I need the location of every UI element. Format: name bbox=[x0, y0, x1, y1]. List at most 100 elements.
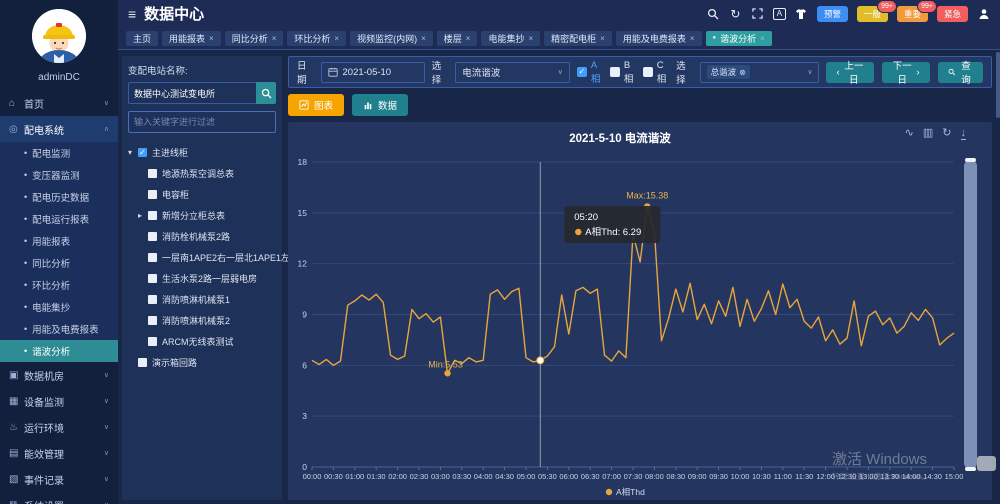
close-icon[interactable]: × bbox=[272, 34, 277, 43]
tree-node-heat-pump[interactable]: 地源热泵空调总表 bbox=[128, 163, 276, 184]
close-icon[interactable]: × bbox=[209, 34, 214, 43]
sidebar-subitem-energy-fee-report[interactable]: •用能及电费报表 bbox=[0, 318, 118, 340]
search-icon bbox=[261, 88, 272, 99]
checkbox[interactable] bbox=[148, 295, 157, 304]
tree-filter-input[interactable] bbox=[128, 111, 276, 133]
alert-urgent-button[interactable]: 紧急 bbox=[937, 6, 968, 22]
chart-view-button[interactable]: 图表 bbox=[288, 94, 344, 116]
tab-harmonic-analysis[interactable]: ●谐波分析× bbox=[706, 31, 772, 46]
query-button[interactable]: 查询 bbox=[938, 62, 983, 83]
tree-node-sprinkler-pump-1[interactable]: 消防喷淋机械泵1 bbox=[128, 289, 276, 310]
hamburger-menu-icon[interactable]: ≡ bbox=[128, 7, 136, 21]
svg-text:9: 9 bbox=[302, 310, 307, 320]
search-icon[interactable] bbox=[707, 7, 720, 20]
checkbox[interactable] bbox=[148, 232, 157, 241]
next-day-button[interactable]: 下一日 › bbox=[882, 62, 930, 83]
checkbox[interactable] bbox=[148, 190, 157, 199]
sidebar-item-home[interactable]: ⌂ 首页 ∨ bbox=[0, 90, 118, 116]
phase-c-checkbox[interactable]: C相 bbox=[643, 60, 669, 85]
tag-close-icon[interactable]: ⊗ bbox=[739, 68, 746, 77]
datazoom-slider[interactable] bbox=[964, 160, 977, 469]
tree-node-1ape2[interactable]: 一层南1APE2右一层北1APE1左 bbox=[128, 247, 276, 268]
tree-node-fire-pump-2[interactable]: 消防栓机械泵2路 bbox=[128, 226, 276, 247]
tree-node-demo-circuit[interactable]: 演示箱回路 bbox=[128, 352, 276, 373]
datazoom-handle-bottom[interactable] bbox=[965, 467, 976, 471]
sidebar-item-environment[interactable]: ♨ 运行环境 ∨ bbox=[0, 414, 118, 440]
sidebar-item-data-room[interactable]: ▣ 数据机房 ∨ bbox=[0, 362, 118, 388]
checkbox-checked[interactable]: ✓ bbox=[138, 148, 147, 157]
tab-video-monitoring[interactable]: 视频监控(内网)× bbox=[350, 31, 433, 46]
close-icon[interactable]: × bbox=[690, 34, 695, 43]
alert-general-button[interactable]: 一般 99+ bbox=[857, 6, 888, 22]
sidebar-item-event-log[interactable]: ▧ 事件记录 ∨ bbox=[0, 466, 118, 492]
harmonic-line-chart[interactable]: 036912151800:0000:3001:0001:3002:0002:30… bbox=[288, 122, 992, 500]
page-scrollbar-thumb[interactable] bbox=[996, 52, 1000, 118]
checkbox[interactable] bbox=[148, 274, 157, 283]
theme-shirt-icon[interactable] bbox=[795, 7, 808, 20]
close-icon[interactable]: × bbox=[600, 34, 605, 43]
phase-a-checkbox[interactable]: ✓ A相 bbox=[577, 60, 603, 85]
harmonic-order-select[interactable]: 总谐波 ⊗ ∨ bbox=[700, 62, 820, 83]
sidebar-subitem-harmonic-analysis[interactable]: •谐波分析 bbox=[0, 340, 118, 362]
checkbox[interactable] bbox=[148, 253, 157, 262]
fullscreen-icon[interactable] bbox=[751, 7, 764, 20]
tab-meter-reading[interactable]: 电能集抄× bbox=[481, 31, 540, 46]
datazoom-handle-top[interactable] bbox=[965, 158, 976, 162]
sidebar-item-device-monitoring[interactable]: ▦ 设备监测 ∨ bbox=[0, 388, 118, 414]
alert-important-button[interactable]: 重要 99+ bbox=[897, 6, 928, 22]
close-icon[interactable]: × bbox=[334, 34, 339, 43]
user-icon[interactable] bbox=[977, 7, 990, 20]
language-icon[interactable]: A bbox=[773, 8, 786, 20]
svg-text:01:30: 01:30 bbox=[367, 472, 386, 481]
svg-text:07:00: 07:00 bbox=[602, 472, 621, 481]
station-search-button[interactable] bbox=[256, 82, 276, 104]
caret-down-icon[interactable]: ▾ bbox=[128, 148, 138, 157]
svg-text:12:00: 12:00 bbox=[816, 472, 835, 481]
checkbox[interactable] bbox=[148, 211, 157, 220]
avatar[interactable]: adminDC bbox=[0, 0, 118, 83]
refresh-icon[interactable]: ↻ bbox=[729, 7, 742, 20]
sidebar-item-power-distribution[interactable]: ◎ 配电系统 ∧ bbox=[0, 116, 118, 142]
close-icon[interactable]: × bbox=[466, 34, 471, 43]
sidebar-subitem-pd-monitoring[interactable]: •配电监测 bbox=[0, 142, 118, 164]
sidebar-subitem-pd-history[interactable]: •配电历史数据 bbox=[0, 186, 118, 208]
active-dot-icon: ● bbox=[713, 35, 717, 41]
tab-precision-cabinet[interactable]: 精密配电柜× bbox=[544, 31, 612, 46]
station-name-input[interactable] bbox=[128, 82, 256, 104]
tree-node-new-cabinet[interactable]: ▸新增分立柜总表 bbox=[128, 205, 276, 226]
harmonic-type-select[interactable]: 电流谐波 ∨ bbox=[455, 62, 570, 83]
floating-widget[interactable] bbox=[977, 456, 996, 471]
data-view-button[interactable]: 数据 bbox=[352, 94, 408, 116]
sidebar-item-energy-efficiency[interactable]: ▤ 能效管理 ∨ bbox=[0, 440, 118, 466]
sidebar-subitem-energy-report[interactable]: •用能报表 bbox=[0, 230, 118, 252]
checkbox[interactable] bbox=[148, 169, 157, 178]
tree-node-water-pump[interactable]: 生活水泵2路一层弱电房 bbox=[128, 268, 276, 289]
date-picker[interactable]: 2021-05-10 bbox=[321, 62, 425, 83]
sidebar-item-system-settings[interactable]: ⊠ 系统设置 ∨ bbox=[0, 492, 118, 504]
tab-yoy-analysis[interactable]: 同比分析× bbox=[225, 31, 284, 46]
sidebar-subitem-transformer-monitoring[interactable]: •变压器监测 bbox=[0, 164, 118, 186]
tab-energy-report[interactable]: 用能报表× bbox=[162, 31, 221, 46]
tree-node-arcm-test[interactable]: ARCM无线表测试 bbox=[128, 331, 276, 352]
close-icon[interactable]: × bbox=[528, 34, 533, 43]
tree-node-sprinkler-pump-2[interactable]: 消防喷淋机械泵2 bbox=[128, 310, 276, 331]
checkbox[interactable] bbox=[138, 358, 147, 367]
caret-right-icon[interactable]: ▸ bbox=[138, 211, 148, 220]
sidebar-subitem-pd-report[interactable]: •配电运行报表 bbox=[0, 208, 118, 230]
sidebar-subitem-yoy-analysis[interactable]: •同比分析 bbox=[0, 252, 118, 274]
checkbox[interactable] bbox=[148, 337, 157, 346]
tab-home[interactable]: 主页 bbox=[126, 31, 158, 46]
tab-floor[interactable]: 楼层× bbox=[437, 31, 478, 46]
tree-node-capacitor-cabinet[interactable]: 电容柜 bbox=[128, 184, 276, 205]
checkbox[interactable] bbox=[148, 316, 157, 325]
tree-node-main-incoming[interactable]: ▾ ✓ 主进线柜 bbox=[128, 142, 276, 163]
tab-energy-fee-report[interactable]: 用能及电费报表× bbox=[616, 31, 702, 46]
alert-warning-button[interactable]: 预警 bbox=[817, 6, 848, 22]
close-icon[interactable]: × bbox=[421, 34, 426, 43]
close-icon[interactable]: × bbox=[760, 34, 765, 43]
sidebar-subitem-meter-reading[interactable]: •电能集抄 bbox=[0, 296, 118, 318]
tab-mom-analysis[interactable]: 环比分析× bbox=[287, 31, 346, 46]
sidebar-subitem-mom-analysis[interactable]: •环比分析 bbox=[0, 274, 118, 296]
phase-b-checkbox[interactable]: B相 bbox=[610, 60, 636, 85]
previous-day-button[interactable]: ‹ 上一日 bbox=[826, 62, 874, 83]
